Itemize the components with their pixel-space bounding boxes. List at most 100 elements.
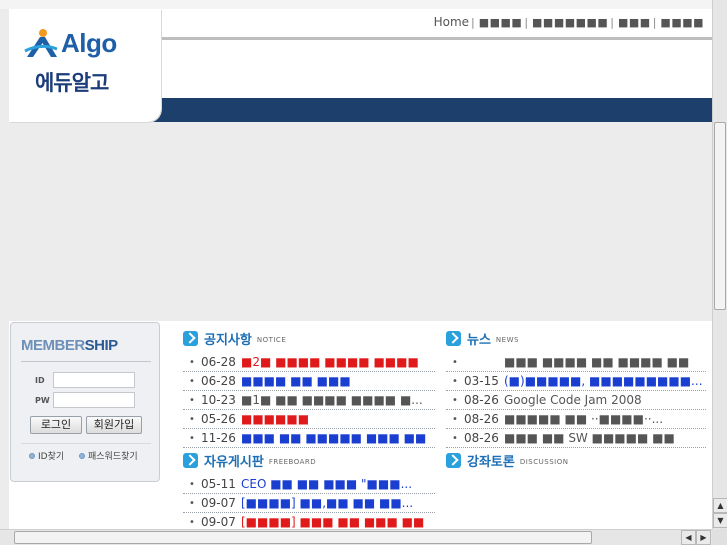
notice-header[interactable]: 공지사항 NOTICE [183,327,286,349]
bullet-icon: • [189,432,195,444]
discussion-subtitle: DISCUSSION [519,458,569,466]
list-item: • ■■■ ■■■■ ■■ ■■■■ ■■ [446,353,706,372]
bullet-icon: • [189,413,195,425]
arrow-right-icon [183,330,198,346]
site-logo[interactable]: Algo 에듀알고 [9,9,161,122]
list-item: • 06-28 ■2■ ■■■■ ■■■■ ■■■■ [183,353,435,372]
bullet-icon: • [452,375,458,387]
bullet-icon: • [452,356,458,368]
membership-title: MEMBERSHIP [21,337,118,354]
freeboard-header[interactable]: 자유게시판 FREEBOARD [183,449,316,471]
find-pw-link[interactable]: 패스워드찾기 [79,449,138,462]
list-item: • 06-28 ■■■■ ■■ ■■■ [183,372,435,391]
membership-divider [21,361,151,362]
item-title[interactable]: [■■■■] ■■■ ■■ ■■■ ■■ [241,515,424,529]
logo-subtitle: 에듀알고 [35,71,109,95]
login-button[interactable]: 로그인 [30,416,82,434]
horizontal-scroll-thumb[interactable] [14,531,592,544]
banner-area [9,122,712,321]
vertical-scrollbar[interactable]: ▲ ▼ [712,0,727,529]
header-top-strip [0,0,712,9]
page-viewport: Algo 에듀알고 Home | ■■■■ | ■■■■■■■ | ■■■ | … [0,0,712,529]
membership-title-b: SHIP [84,337,119,354]
nav-item-5[interactable]: ■■■■ [660,16,704,29]
item-title[interactable]: ■■■ ■■ ■■■■■ ■■■ ■■ [241,431,426,445]
membership-box: MEMBERSHIP ID PW 로그인 회원가입 ID찾기 패스워드찾기 [10,322,160,482]
list-item: • 09-07 [■■■■] ■■,■■ ■■ ■■... [183,494,435,513]
join-button[interactable]: 회원가입 [86,416,142,434]
arrow-right-icon [446,452,461,468]
notice-subtitle: NOTICE [256,336,287,344]
nav-item-3[interactable]: ■■■■■■■ [532,16,608,29]
horizontal-scrollbar[interactable]: ◀ ▶ [0,529,712,545]
news-header[interactable]: 뉴스 NEWS [446,327,519,349]
top-nav-list: Home | ■■■■ | ■■■■■■■ | ■■■ | ■■■■ [434,15,704,29]
membership-divider-2 [21,443,151,444]
list-item: • 11-26 ■■■ ■■ ■■■■■ ■■■ ■■ [183,429,435,448]
list-item: • 08-26 Google Code Jam 2008 [446,391,706,410]
id-label: ID [35,376,45,385]
logo-text: Algo [61,28,117,58]
bullet-icon: • [452,413,458,425]
freeboard-subtitle: FREEBOARD [268,458,317,466]
scroll-right-icon[interactable]: ▶ [696,530,711,545]
scroll-left-icon[interactable]: ◀ [681,530,696,545]
item-date: 09-07 [201,496,236,510]
item-date: 03-15 [464,374,499,388]
bullet-icon: • [189,516,195,528]
arrow-right-icon [446,330,461,346]
bullet-icon: • [189,497,195,509]
bullet-icon: • [189,478,195,490]
list-item: • 08-26 ■■■ ■■ SW ■■■■■ ■■ [446,429,706,448]
item-date: 05-11 [201,477,236,491]
list-item: • 05-11 CEO ■■ ■■ ■■■ "■■■... [183,475,435,494]
nav-home[interactable]: Home [434,15,469,29]
item-date: 11-26 [201,431,236,445]
item-title[interactable]: ■2■ ■■■■ ■■■■ ■■■■ [241,355,419,369]
nav-item-2[interactable]: ■■■■ [479,16,523,29]
item-title[interactable]: ■■■ ■■■■ ■■ ■■■■ ■■ [504,355,689,369]
bullet-icon: • [189,356,195,368]
item-date: 10-23 [201,393,236,407]
item-title[interactable]: ■■■ ■■ SW ■■■■■ ■■ [504,431,675,445]
nav-item-4[interactable]: ■■■ [618,16,651,29]
bullet-icon: • [452,432,458,444]
bullet-icon: • [452,394,458,406]
pw-input[interactable] [53,392,135,408]
item-title[interactable]: (■)■■■■■, ■■■■■■■■■... [504,374,703,388]
item-date: 06-28 [201,374,236,388]
item-title[interactable]: Google Code Jam 2008 [504,393,642,407]
site-header: Algo 에듀알고 Home | ■■■■ | ■■■■■■■ | ■■■ | … [0,0,712,122]
bullet-icon: • [189,394,195,406]
scroll-up-icon[interactable]: ▲ [713,498,727,513]
bullet-icon [29,452,35,459]
item-title[interactable]: ■■■■ ■■ ■■■ [241,374,351,388]
main-content: MEMBERSHIP ID PW 로그인 회원가입 ID찾기 패스워드찾기 공지… [9,321,712,529]
scrollbar-corner [712,529,727,545]
item-title[interactable]: [■■■■] ■■,■■ ■■ ■■... [241,496,413,510]
list-item: • 05-26 ■■■■■■ [183,410,435,429]
nav-separator: | [652,15,657,29]
list-item: • 10-23 ■1■ ■■ ■■■■ ■■■■ ■... [183,391,435,410]
item-title[interactable]: CEO ■■ ■■ ■■■ "■■■... [241,477,412,491]
item-title[interactable]: ■■■■■ ■■ ··■■■■··... [504,412,663,426]
notice-title: 공지사항 [204,332,252,348]
arrow-right-icon [183,452,198,468]
scroll-down-icon[interactable]: ▼ [713,513,727,528]
item-title[interactable]: ■1■ ■■ ■■■■ ■■■■ ■... [241,393,423,407]
nav-separator: | [610,15,615,29]
news-title: 뉴스 [467,332,491,348]
find-id-label: ID찾기 [38,452,65,462]
id-input[interactable] [53,372,135,388]
freeboard-title: 자유게시판 [204,454,264,470]
vertical-scroll-thumb[interactable] [714,122,726,310]
item-date: 05-26 [201,412,236,426]
item-date: 08-26 [464,412,499,426]
algo-logo-icon [24,29,58,57]
discussion-header[interactable]: 강좌토론 DISCUSSION [446,449,568,471]
item-title[interactable]: ■■■■■■ [241,412,309,426]
notice-list: • 06-28 ■2■ ■■■■ ■■■■ ■■■■ • 06-28 ■■■■ ■■ ■… [183,353,435,448]
item-date: 08-26 [464,431,499,445]
list-item: • 09-07 [■■■■] ■■■ ■■ ■■■ ■■ [183,513,435,529]
find-id-link[interactable]: ID찾기 [29,449,64,462]
